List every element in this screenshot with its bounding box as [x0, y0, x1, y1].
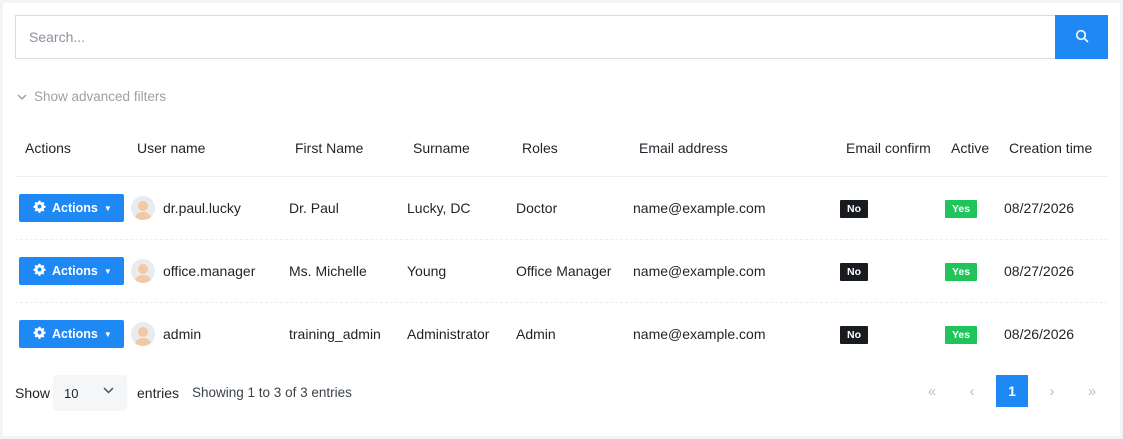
surname-cell: Lucky, DC	[407, 200, 471, 216]
creation-time-cell: 08/27/2026	[1004, 200, 1075, 216]
email-cell: name@example.com	[633, 326, 766, 342]
caret-down-icon: ▼	[103, 203, 112, 213]
first-name-cell: training_admin	[289, 326, 381, 342]
actions-dropdown-button[interactable]: Actions ▼	[19, 194, 124, 222]
users-panel: Show advanced filters Actions User name …	[3, 3, 1120, 436]
search-input[interactable]	[15, 15, 1055, 59]
header-active[interactable]: Active	[951, 129, 989, 167]
page-length-select[interactable]: 10	[53, 375, 127, 411]
header-surname[interactable]: Surname	[413, 129, 470, 167]
user-name-cell: admin	[163, 326, 202, 342]
header-user-name[interactable]: User name	[137, 129, 205, 167]
header-first-name[interactable]: First Name	[295, 129, 363, 167]
chevron-down-icon	[17, 89, 34, 104]
active-badge: Yes	[945, 263, 978, 281]
cog-icon	[33, 326, 46, 342]
creation-time-cell: 08/27/2026	[1004, 263, 1075, 279]
table-footer: Show 10 entries Showing 1 to 3 of 3 entr…	[15, 375, 1108, 411]
roles-cell: Office Manager	[516, 263, 612, 279]
caret-down-icon: ▼	[103, 266, 112, 276]
first-name-cell: Dr. Paul	[289, 200, 339, 216]
entries-label: entries	[137, 385, 180, 401]
surname-cell: Administrator	[407, 326, 490, 342]
actions-dropdown-button[interactable]: Actions ▼	[19, 257, 124, 285]
user-avatar-icon	[131, 259, 155, 283]
user-name-cell: dr.paul.lucky	[163, 200, 241, 216]
roles-cell: Doctor	[516, 200, 558, 216]
table-header: Actions User name First Name Surname Rol…	[15, 129, 1108, 177]
search-icon	[1075, 29, 1089, 46]
actions-label: Actions	[52, 327, 98, 341]
advanced-filters-label: Show advanced filters	[34, 89, 167, 104]
email-confirm-badge: No	[840, 200, 868, 218]
header-actions[interactable]: Actions	[25, 129, 71, 167]
header-creation-time[interactable]: Creation time	[1009, 129, 1092, 167]
search-bar	[15, 15, 1108, 59]
table-row: Actions ▼ admin training_admin Administr…	[15, 303, 1108, 366]
caret-down-icon: ▼	[103, 329, 112, 339]
actions-label: Actions	[52, 201, 98, 215]
creation-time-cell: 08/26/2026	[1004, 326, 1075, 342]
email-confirm-badge: No	[840, 326, 868, 344]
user-avatar-icon	[131, 322, 155, 346]
active-badge: Yes	[945, 326, 978, 344]
actions-label: Actions	[52, 264, 98, 278]
search-button[interactable]	[1055, 15, 1108, 59]
page-1-button[interactable]: 1	[996, 375, 1028, 407]
active-badge: Yes	[945, 200, 978, 218]
email-confirm-badge: No	[840, 263, 868, 281]
pagination-info: Showing 1 to 3 of 3 entries	[192, 385, 352, 400]
next-page-button[interactable]: ›	[1036, 375, 1068, 407]
email-cell: name@example.com	[633, 200, 766, 216]
show-label: Show	[15, 385, 51, 401]
table-row: Actions ▼ office.manager Ms. Michelle Yo…	[15, 240, 1108, 303]
cog-icon	[33, 263, 46, 279]
actions-dropdown-button[interactable]: Actions ▼	[19, 320, 124, 348]
first-page-button[interactable]: «	[916, 375, 948, 407]
pagination: « ‹ 1 › »	[908, 375, 1108, 407]
cog-icon	[33, 200, 46, 216]
header-email[interactable]: Email address	[639, 129, 728, 167]
email-cell: name@example.com	[633, 263, 766, 279]
page-length-value: 10	[64, 385, 79, 401]
last-page-button[interactable]: »	[1076, 375, 1108, 407]
surname-cell: Young	[407, 263, 447, 279]
header-email-confirm[interactable]: Email confirm	[846, 129, 931, 167]
header-roles[interactable]: Roles	[522, 129, 558, 167]
first-name-cell: Ms. Michelle	[289, 263, 367, 279]
user-avatar-icon	[131, 196, 155, 220]
table-row: Actions ▼ dr.paul.lucky Dr. Paul Lucky, …	[15, 177, 1108, 240]
user-name-cell: office.manager	[163, 263, 256, 279]
prev-page-button[interactable]: ‹	[956, 375, 988, 407]
roles-cell: Admin	[516, 326, 556, 342]
advanced-filters-toggle[interactable]: Show advanced filters	[17, 89, 166, 104]
